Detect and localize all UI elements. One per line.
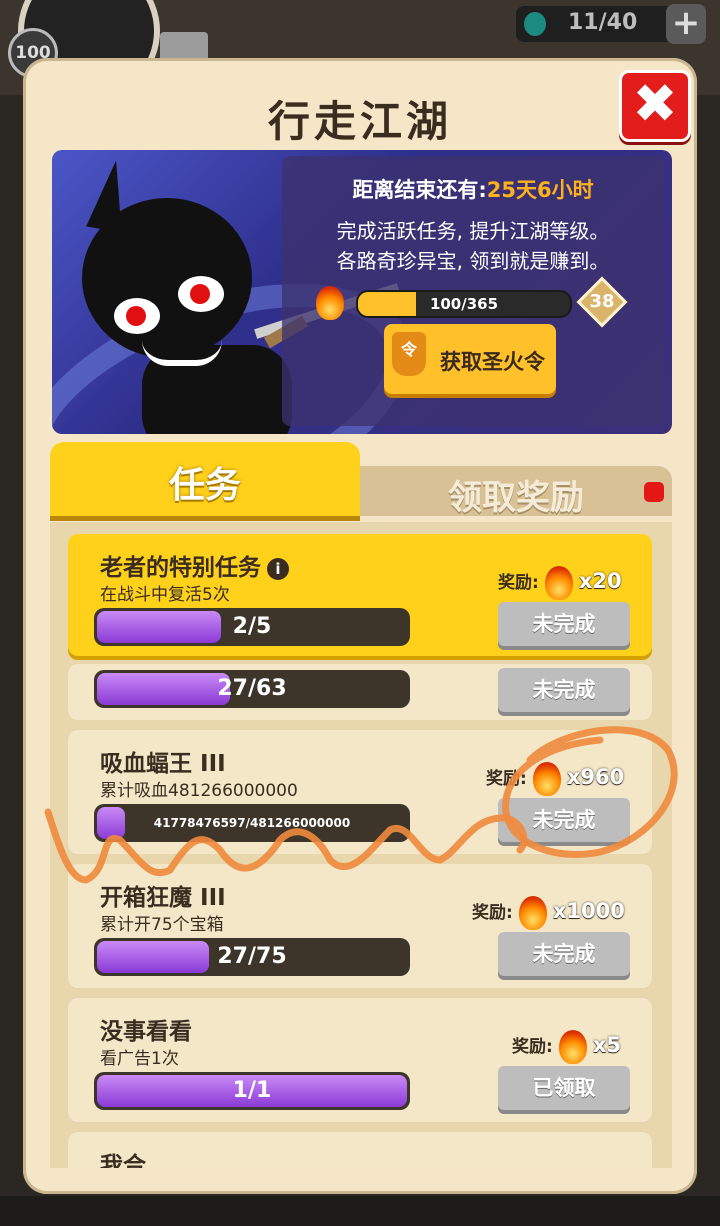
description-line-2: 各路奇珍异宝, 领到就是赚到。 (336, 249, 610, 273)
task-card: 开箱狂魔 III 累计开75个宝箱 27/75 奖励: x1000 未完成 (68, 864, 652, 988)
task-name: 老者的特别任务 i (100, 548, 289, 582)
task-reward: 奖励: x5 (512, 1030, 621, 1064)
flame-icon (532, 762, 561, 796)
task-status-button[interactable]: 已领取 (498, 1066, 630, 1110)
tab-rewards-label: 领取奖励 (448, 478, 584, 518)
info-icon[interactable]: i (267, 557, 289, 580)
task-name: 开箱狂魔 III (100, 885, 226, 911)
reward-quantity: x960 (566, 765, 625, 789)
level-progress-bar: 100/365 (356, 290, 572, 318)
task-progress-text: 27/75 (217, 944, 287, 969)
task-progress-bar: 2/5 (94, 608, 410, 646)
add-energy-button[interactable]: + (666, 4, 706, 44)
task-progress-text: 2/5 (232, 614, 272, 639)
tab-bar: 任务 领取奖励 (50, 442, 672, 522)
ninja-right-eye-icon (178, 276, 224, 312)
countdown-text: 距离结束还有:25天6小时 (282, 174, 664, 204)
task-progress-bar: 41778476597/481266000000 (94, 804, 410, 842)
task-list[interactable]: 老者的特别任务 i 在战斗中复活5次 2/5 奖励: x20 未完成 27/63 未… (50, 522, 672, 1168)
task-card: 我合 (68, 1132, 652, 1168)
task-card: 老者的特别任务 i 在战斗中复活5次 2/5 奖励: x20 未完成 (68, 534, 652, 656)
task-reward: 奖励: x1000 (472, 896, 625, 930)
get-token-label: 获取圣火令 (440, 350, 545, 374)
reward-quantity: x5 (592, 1033, 621, 1057)
task-description: 看广告1次 (100, 1049, 179, 1069)
task-progress-bar: 1/1 (94, 1072, 410, 1110)
flame-icon (518, 896, 547, 930)
energy-counter: 11/40 + (516, 4, 706, 44)
level-progress-text: 100/365 (429, 295, 499, 313)
task-reward: 奖励: x20 (498, 566, 622, 600)
task-name: 我合 (100, 1153, 146, 1168)
tab-rewards[interactable]: 领取奖励 (360, 466, 672, 518)
task-progress-bar: 27/75 (94, 938, 410, 976)
task-description: 累计吸血481266000000 (100, 781, 298, 801)
tab-tasks-label: 任务 (168, 465, 241, 506)
task-card: 没事看看 看广告1次 1/1 奖励: x5 已领取 (68, 998, 652, 1122)
task-status-button[interactable]: 未完成 (498, 602, 630, 646)
close-button[interactable]: ✖ (619, 70, 691, 142)
event-description: 完成活跃任务, 提升江湖等级。 各路奇珍异宝, 领到就是赚到。 (282, 216, 664, 276)
ninja-character-icon (82, 198, 252, 358)
task-progress-text: 27/63 (217, 676, 287, 701)
flame-icon (558, 1030, 587, 1064)
flame-icon (544, 566, 573, 600)
notification-dot (644, 482, 664, 502)
task-status-button[interactable]: 未完成 (498, 668, 630, 712)
reward-quantity: x20 (578, 569, 622, 593)
countdown-label: 距离结束还有: (352, 178, 487, 202)
task-status-button[interactable]: 未完成 (498, 932, 630, 976)
get-token-button[interactable]: 令 获取圣火令 (384, 324, 556, 394)
reward-quantity: x1000 (552, 899, 625, 923)
task-status-button[interactable]: 未完成 (498, 798, 630, 842)
energy-value: 11/40 (568, 10, 638, 35)
task-progress-text: 1/1 (232, 1078, 272, 1103)
tab-tasks[interactable]: 任务 (50, 442, 360, 516)
dialog-title: 行走江湖 (267, 97, 452, 146)
bottom-bar (0, 1196, 720, 1226)
token-badge-icon: 令 (392, 332, 426, 376)
jianghu-level: 38 (589, 291, 615, 312)
task-description: 累计开75个宝箱 (100, 915, 224, 935)
task-reward: 奖励: x960 (486, 762, 624, 796)
flame-icon (316, 286, 344, 320)
task-name: 没事看看 (100, 1019, 192, 1045)
description-line-1: 完成活跃任务, 提升江湖等级。 (336, 219, 610, 243)
task-card: 27/63 未完成 (68, 664, 652, 720)
energy-gem-icon (524, 12, 546, 36)
countdown-value: 25天6小时 (486, 178, 594, 202)
event-banner: 距离结束还有:25天6小时 完成活跃任务, 提升江湖等级。 各路奇珍异宝, 领到… (52, 150, 672, 434)
task-card: 吸血蝠王 III 累计吸血481266000000 41778476597/48… (68, 730, 652, 854)
event-info-box: 距离结束还有:25天6小时 完成活跃任务, 提升江湖等级。 各路奇珍异宝, 领到… (282, 156, 664, 426)
task-progress-bar: 27/63 (94, 670, 410, 708)
task-name: 吸血蝠王 III (100, 751, 226, 777)
task-description: 在战斗中复活5次 (100, 585, 230, 605)
task-progress-text: 41778476597/481266000000 (153, 816, 351, 830)
ninja-left-eye-icon (114, 298, 160, 334)
